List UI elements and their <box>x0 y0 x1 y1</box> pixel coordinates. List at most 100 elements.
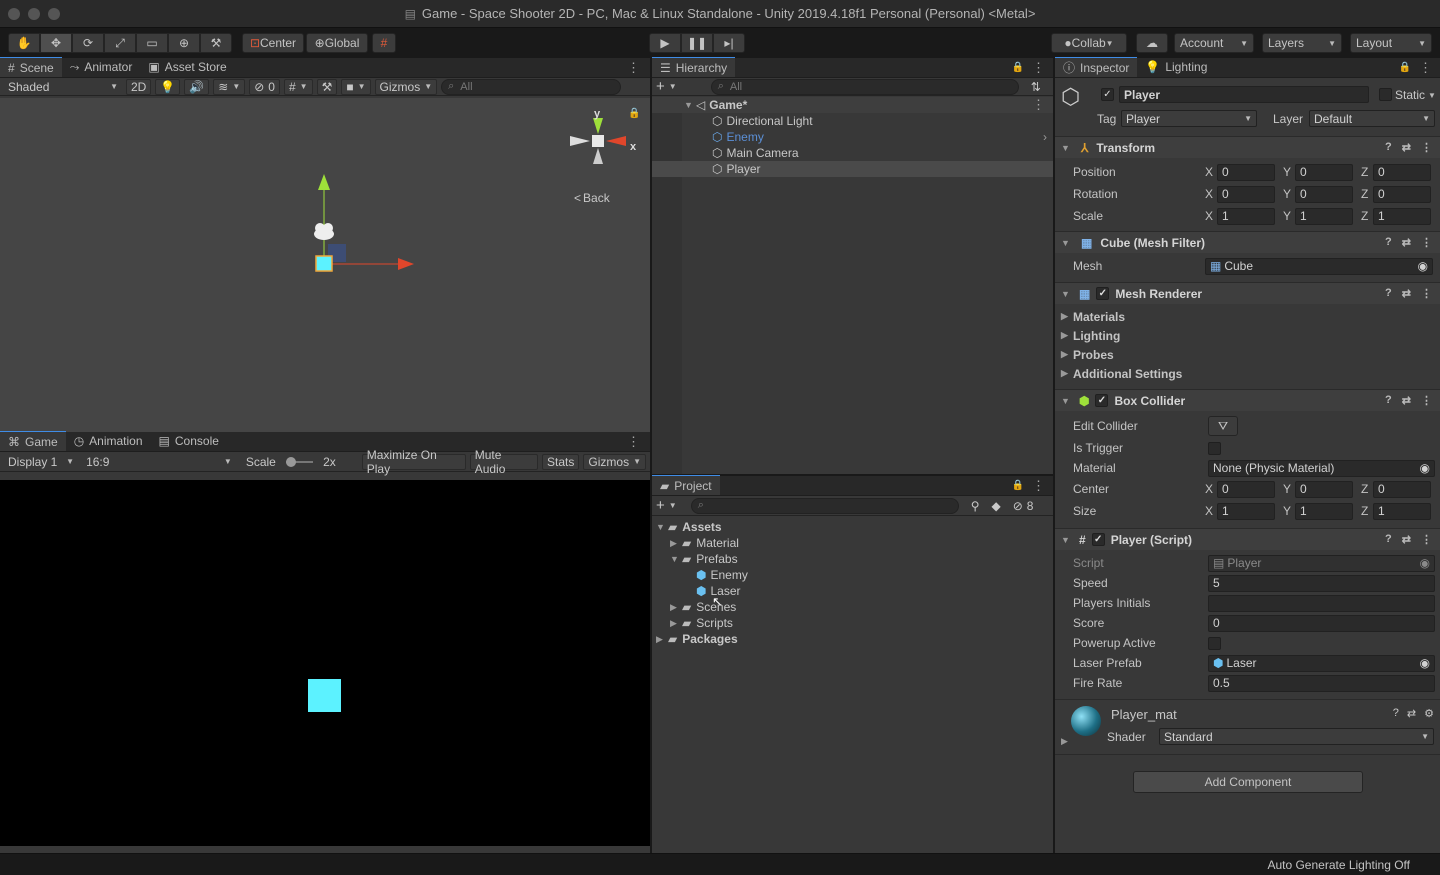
hidden-packages-icon[interactable]: ⊘ <box>1013 499 1023 513</box>
add-component-button[interactable]: Add Component <box>1133 771 1363 793</box>
tab-hierarchy[interactable]: ☰ Hierarchy <box>652 57 736 77</box>
powerup-active-checkbox[interactable] <box>1208 636 1221 650</box>
play-icon[interactable]: ▶ <box>649 33 681 53</box>
add-icon[interactable]: + <box>656 497 665 514</box>
expand-arrow-icon[interactable]: ▼ <box>1061 238 1073 248</box>
expand-arrow-icon[interactable]: ▼ <box>1061 289 1073 299</box>
tab-game[interactable]: ⌘ Game <box>0 431 66 451</box>
collapse-arrow-icon[interactable]: ▶ <box>1061 368 1073 379</box>
pivot-center-button[interactable]: ⊡ Center <box>242 33 304 53</box>
fire-rate-field[interactable]: 0.5 <box>1208 674 1435 692</box>
gear-icon[interactable]: ⚙ <box>1424 707 1434 720</box>
move-tool-icon[interactable]: ✥ <box>40 33 72 53</box>
lock-icon[interactable]: 🔒 <box>1012 62 1024 73</box>
list-item[interactable]: ▼ ▰ Prefabs <box>652 551 1053 567</box>
stats-toggle[interactable]: Stats <box>542 453 580 470</box>
game-view[interactable] <box>0 480 650 846</box>
help-icon[interactable]: ? <box>1385 533 1392 546</box>
scale-slider[interactable] <box>285 456 314 467</box>
foldout-materials[interactable]: ▶ Materials <box>1055 307 1440 326</box>
more-options-icon[interactable]: ⋮ <box>1421 287 1432 300</box>
enabled-checkbox[interactable]: ✓ <box>1091 533 1105 546</box>
scale-y-field[interactable]: 1 <box>1295 207 1353 225</box>
toggle-2d-button[interactable]: 2D <box>126 78 152 95</box>
scale-tool-icon[interactable]: ⤢ <box>104 33 136 53</box>
collapse-arrow-icon[interactable]: ▶ <box>1061 311 1073 322</box>
list-item[interactable]: ▼ ▰ Assets <box>652 519 1053 535</box>
preset-icon[interactable]: ⇄ <box>1402 236 1411 249</box>
camera-icon[interactable]: ■ ▼ <box>341 78 371 95</box>
filter-type-icon[interactable]: ⚲ <box>971 499 980 513</box>
hidden-objects-toggle[interactable]: ⊘ 0 <box>249 78 280 95</box>
object-picker-icon[interactable]: ◉ <box>1418 259 1428 273</box>
score-field[interactable]: 0 <box>1208 614 1435 632</box>
collapse-arrow-icon[interactable]: ▶ <box>656 634 668 645</box>
transform-header[interactable]: ▼ ⅄ Transform ? ⇄ ⋮ <box>1055 136 1440 158</box>
expand-arrow-icon[interactable]: ▼ <box>656 522 668 532</box>
tab-project[interactable]: ▰ Project <box>652 475 720 495</box>
size-z-field[interactable]: 1 <box>1373 502 1431 520</box>
rotate-tool-icon[interactable]: ⟳ <box>72 33 104 53</box>
global-space-button[interactable]: ⊕ Global <box>306 33 368 53</box>
cloud-icon[interactable]: ☁ <box>1136 33 1168 53</box>
grid-toggle-icon[interactable]: # ▼ <box>283 78 313 95</box>
window-controls[interactable] <box>8 8 60 20</box>
layout-dropdown[interactable]: Layout ▼ <box>1350 33 1432 53</box>
project-search-input[interactable]: ⌕ <box>690 497 959 514</box>
tab-animator[interactable]: ⤳ Animator <box>62 57 141 77</box>
hierarchy-search-input[interactable]: ⌕ All <box>710 78 1019 95</box>
hand-tool-icon[interactable]: ✋ <box>8 33 40 53</box>
preset-icon[interactable]: ⇄ <box>1402 394 1411 407</box>
help-icon[interactable]: ? <box>1385 236 1392 249</box>
collapse-arrow-icon[interactable]: ▶ <box>670 618 682 629</box>
center-z-field[interactable]: 0 <box>1373 480 1431 498</box>
list-item[interactable]: ⬡ Player <box>652 161 1053 177</box>
enabled-checkbox[interactable]: ✓ <box>1095 394 1109 407</box>
tab-lighting[interactable]: 💡 Lighting <box>1137 57 1215 77</box>
help-icon[interactable]: ? <box>1385 141 1392 154</box>
expand-arrow-icon[interactable]: ▼ <box>670 554 682 564</box>
scene-search-input[interactable]: ⌕ All <box>441 78 622 95</box>
scale-z-field[interactable]: 1 <box>1373 207 1431 225</box>
tab-animation[interactable]: ◷ Animation <box>66 431 151 451</box>
edit-collider-button[interactable]: ⛛ <box>1208 416 1238 436</box>
center-y-field[interactable]: 0 <box>1295 480 1353 498</box>
more-options-icon[interactable]: ⋮ <box>1421 141 1432 154</box>
list-item[interactable]: ⬡ Enemy › <box>652 129 1053 145</box>
more-options-icon[interactable]: ⋮ <box>1032 60 1045 76</box>
list-item[interactable]: ▶ ▰ Scripts <box>652 615 1053 631</box>
filter-label-icon[interactable]: ◆ <box>991 499 1000 513</box>
more-options-icon[interactable]: ⋮ <box>1032 97 1045 113</box>
object-picker-icon[interactable]: ◉ <box>1420 461 1430 475</box>
lock-icon[interactable]: 🔒 <box>1012 480 1024 491</box>
tab-inspector[interactable]: ⓘ Inspector <box>1055 57 1138 77</box>
expand-arrow-icon[interactable]: ▼ <box>1061 143 1073 153</box>
help-icon[interactable]: ? <box>1385 287 1392 300</box>
box-collider-header[interactable]: ▼ ⬢ ✓ Box Collider ? ⇄ ⋮ <box>1055 389 1440 411</box>
help-icon[interactable]: ? <box>1393 707 1399 720</box>
chevron-down-icon[interactable]: ▼ <box>669 501 677 510</box>
mesh-renderer-header[interactable]: ▼ ▦ ✓ Mesh Renderer ? ⇄ ⋮ <box>1055 282 1440 304</box>
gizmos-dropdown[interactable]: Gizmos ▼ <box>374 78 438 95</box>
collapse-arrow-icon[interactable]: ▶ <box>1061 349 1073 360</box>
position-x-field[interactable]: 0 <box>1217 163 1275 181</box>
tools-icon[interactable]: ⚒ <box>316 78 338 95</box>
more-options-icon[interactable]: ⋮ <box>627 434 640 450</box>
lighting-toggle-icon[interactable]: 💡 <box>155 78 181 95</box>
preset-icon[interactable]: ⇄ <box>1402 287 1411 300</box>
collab-dropdown[interactable]: ● Collab ▼ <box>1051 33 1127 53</box>
mute-audio-toggle[interactable]: Mute Audio <box>469 448 539 476</box>
account-dropdown[interactable]: Account ▼ <box>1174 33 1254 53</box>
more-options-icon[interactable]: ⋮ <box>627 60 640 76</box>
collapse-arrow-icon[interactable]: ▶ <box>670 602 682 613</box>
player-script-header[interactable]: ▼ # ✓ Player (Script) ? ⇄ ⋮ <box>1055 528 1440 550</box>
active-checkbox[interactable]: ✓ <box>1101 88 1114 101</box>
scene-view[interactable]: y x 🔒 < Back <box>0 98 650 432</box>
chevron-down-icon[interactable]: ▼ <box>1428 91 1436 100</box>
sort-icon[interactable]: ⇅ <box>1031 80 1041 94</box>
grid-snap-icon[interactable]: # <box>372 33 396 53</box>
back-button[interactable]: < Back <box>574 191 610 205</box>
preset-icon[interactable]: ⇄ <box>1402 141 1411 154</box>
list-item[interactable]: ▶ ▰ Packages <box>652 631 1053 647</box>
rotation-y-field[interactable]: 0 <box>1295 185 1353 203</box>
